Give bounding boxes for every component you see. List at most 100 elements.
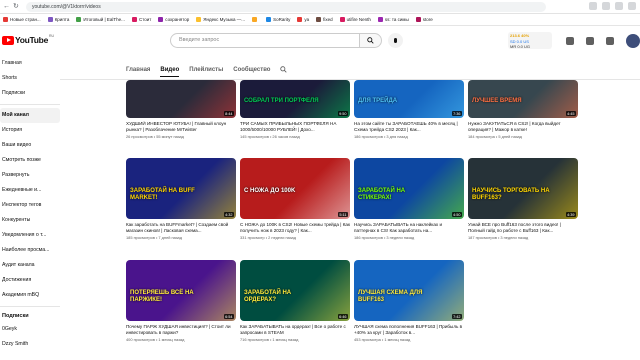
sidebar-item[interactable]: История <box>0 123 60 138</box>
video-card[interactable]: ЛУЧШЕЕ ВРЕМЯ 4:45 Нужно ЗАКУПАТЬСЯ в CS2! … <box>468 80 578 139</box>
subscription-item[interactable]: 0Geyk <box>0 322 60 337</box>
bookmark-item[interactable]: fixed <box>316 17 333 22</box>
tab-2[interactable]: Плейлисты <box>189 63 223 77</box>
create-video-icon[interactable] <box>566 37 574 45</box>
video-card[interactable]: НАУЧИСЬ ТОРГОВАТЬ НА BUFF163? 4:39 Узнай В… <box>468 158 578 240</box>
video-card[interactable]: ЗАРАБОТАЙ НА СТИКЕРАХ! 4:50 Научись ЗАРАБА… <box>354 158 464 240</box>
bookmark-item[interactable]: store <box>415 17 433 22</box>
youtube-header: YouTube RU Введите запрос 213.6 40% SD 0… <box>0 26 640 56</box>
tab-3[interactable]: Сообщество <box>233 63 270 77</box>
sidebar-item[interactable]: Академия mBQ <box>0 288 60 303</box>
thumbnail-text: ЛУЧШЕЕ ВРЕМЯ <box>472 98 522 104</box>
video-title[interactable]: ТРИ САМЫХ ПРИБЫЛЬНЫХ ПОРТФЕЛЯ НА 1000/50… <box>240 121 350 133</box>
channel-search-icon[interactable] <box>280 65 288 75</box>
video-thumbnail[interactable]: СОБРАЛ ТРИ ПОРТФЕЛЯ 9:50 <box>240 80 350 118</box>
search-button[interactable] <box>360 33 382 48</box>
logo-country: RU <box>49 34 55 38</box>
back-icon[interactable]: ← <box>3 3 10 11</box>
video-card[interactable]: ПОТЕРЯЕШЬ ВСЁ НА ПАРЖИКЕ! 6:54 Почему ПАРЖ… <box>126 260 236 342</box>
browser-toolbar-icons <box>589 2 636 10</box>
extension-icon[interactable] <box>589 2 597 10</box>
notifications-icon[interactable] <box>606 37 614 45</box>
sidebar-item[interactable]: Инспектор тегов <box>0 198 60 213</box>
bookmark-label: utifire Nenth <box>346 17 371 22</box>
video-title[interactable]: Как заработать на BUFFmarket? | Создаем … <box>126 222 236 234</box>
video-thumbnail[interactable]: С НОЖА ДО 100K 5:11 <box>240 158 350 219</box>
extension-icon[interactable] <box>615 2 623 10</box>
reload-icon[interactable]: ↻ <box>13 3 19 11</box>
video-title[interactable]: ХУДШИЙ ИНВЕСТОР ЮТУБА! | Главный клоун р… <box>126 121 236 133</box>
sidebar-item[interactable]: Подписки <box>0 86 60 101</box>
profile-icon[interactable] <box>628 2 636 10</box>
bookmark-item[interactable]: ya <box>297 17 309 22</box>
bookmark-item[interactable]: Яндекс Музыка —... <box>196 17 245 22</box>
thumbnail-text: ЛУЧШАЯ СХЕМА ДЛЯ BUFF163 <box>358 290 423 303</box>
sidebar-item[interactable]: Конкуренты <box>0 213 60 228</box>
video-thumbnail[interactable]: ДЛЯ ТРЕЙДА 7:36 <box>354 80 464 118</box>
browser-nav: ← ↻ <box>3 3 19 11</box>
video-title[interactable]: Почему ПАРЖ ХУДШАЯ инвестиция!? | Стоит … <box>126 324 236 336</box>
apps-icon[interactable] <box>586 37 594 45</box>
bookmark-item[interactable]: SoRarity <box>266 17 290 22</box>
video-meta: 187 просмотров • 3 недели назад <box>468 235 529 240</box>
extension-icon[interactable] <box>602 2 610 10</box>
bookmark-label: Яндекс Музыка —... <box>203 17 246 22</box>
video-thumbnail[interactable]: ЛУЧШЕЕ ВРЕМЯ 4:45 <box>468 80 578 118</box>
video-thumbnail[interactable]: 8:44 <box>126 80 236 118</box>
sidebar-item[interactable]: Достижения <box>0 273 60 288</box>
video-title[interactable]: Узнай ВСЕ про Buff163 после этого видео!… <box>468 222 578 234</box>
video-title[interactable]: ЛУЧШАЯ схема пополнения BUFF163 | Прибыл… <box>354 324 464 336</box>
video-title[interactable]: Нужно ЗАКУПАТЬСЯ в CS2! | Когда выйдет о… <box>468 121 578 133</box>
video-thumbnail[interactable]: ЗАРАБОТАЙ НА BUFF MARKET! 4:32 <box>126 158 236 219</box>
search-input[interactable]: Введите запрос <box>170 33 360 48</box>
tab-0[interactable]: Главная <box>126 63 150 77</box>
video-card[interactable]: ЛУЧШАЯ СХЕМА ДЛЯ BUFF163 7:42 ЛУЧШАЯ схема… <box>354 260 464 342</box>
bookmark-item[interactable]: ss: та симы <box>377 17 409 22</box>
video-thumbnail[interactable]: ЗАРАБОТАЙ НА ОРДЕРАХ? 6:46 <box>240 260 350 321</box>
bookmark-item[interactable]: Новые стран... <box>3 17 41 22</box>
sidebar-item[interactable]: Shorts <box>0 71 60 86</box>
bookmark-item[interactable]: Итоговый | EalThe... <box>76 17 125 22</box>
video-title[interactable]: Научись ЗАРАБАТЫВАТЬ на наклейках и патт… <box>354 222 464 234</box>
video-thumbnail[interactable]: НАУЧИСЬ ТОРГОВАТЬ НА BUFF163? 4:39 <box>468 158 578 219</box>
extension-widget[interactable]: 213.6 40% SD 0.0 US MR 0.0 UG <box>508 32 552 49</box>
bookmark-item[interactable] <box>252 17 259 22</box>
video-card[interactable]: С НОЖА ДО 100K 5:11 С НОЖА до 100K в CS2! … <box>240 158 350 240</box>
video-meta: 184 просмотра • 5 дней назад <box>468 134 522 139</box>
video-card[interactable]: ЗАРАБОТАЙ НА ОРДЕРАХ? 6:46 Как ЗАРАБАТЫВАТ… <box>240 260 350 342</box>
tab-1[interactable]: Видео <box>160 63 180 77</box>
url-field[interactable]: youtube.com/@V1ktorrr/videos <box>26 2 546 12</box>
video-title[interactable]: На этом сайте ты ЗАРАБОТАЕШЬ 40% в месяц… <box>354 121 464 133</box>
youtube-logo[interactable]: YouTube RU <box>2 34 55 45</box>
video-thumbnail[interactable]: ЗАРАБОТАЙ НА СТИКЕРАХ! 4:50 <box>354 158 464 219</box>
video-card[interactable]: ДЛЯ ТРЕЙДА 7:36 На этом сайте ты ЗАРАБОТАЕ… <box>354 80 464 139</box>
video-title[interactable]: С НОЖА до 100K в CS2! Новые схемы трейда… <box>240 222 350 234</box>
sidebar-item[interactable]: Аудит канала <box>0 258 60 273</box>
video-card[interactable]: ЗАРАБОТАЙ НА BUFF MARKET! 4:32 Как заработ… <box>126 158 236 240</box>
avatar[interactable] <box>626 34 640 48</box>
channel-tabs: Главная Видео Плейлисты Сообщество <box>126 63 288 77</box>
sidebar-item[interactable]: Уведомления о т... <box>0 228 60 243</box>
sidebar-item[interactable]: Наиболее просма... <box>0 243 60 258</box>
sidebar-item[interactable]: Развернуть <box>0 168 60 183</box>
sidebar: Главная Shorts Подписки Мой канал История Ваш… <box>0 56 60 360</box>
voice-search-button[interactable] <box>388 33 403 48</box>
video-duration: 9:50 <box>337 111 348 116</box>
subscription-item[interactable]: Dzzy Smith <box>0 337 60 352</box>
sidebar-item[interactable]: Мой канал <box>0 108 60 123</box>
sidebar-item[interactable]: Смотреть позже <box>0 153 60 168</box>
video-card[interactable]: СОБРАЛ ТРИ ПОРТФЕЛЯ 9:50 ТРИ САМЫХ ПРИБЫЛЬ… <box>240 80 350 139</box>
sidebar-item[interactable]: Ежедневные и... <box>0 183 60 198</box>
video-card[interactable]: 8:44 ХУДШИЙ ИНВЕСТОР ЮТУБА! | Главный кло… <box>126 80 236 139</box>
video-title[interactable]: Как ЗАРАБАТЫВАТЬ на ордерах! | Все о раб… <box>240 324 350 336</box>
sidebar-divider <box>0 306 60 307</box>
bookmark-item[interactable]: Криптa <box>47 17 69 22</box>
sidebar-item[interactable]: Ваши видео <box>0 138 60 153</box>
video-thumbnail[interactable]: ПОТЕРЯЕШЬ ВСЁ НА ПАРЖИКЕ! 6:54 <box>126 260 236 321</box>
bookmark-item[interactable]: Стоит <box>131 17 151 22</box>
bookmark-item[interactable]: utifire Nenth <box>339 17 371 22</box>
video-thumbnail[interactable]: ЛУЧШАЯ СХЕМА ДЛЯ BUFF163 7:42 <box>354 260 464 321</box>
bookmark-item[interactable]: сохранятор <box>158 17 189 22</box>
video-duration: 4:39 <box>565 212 576 217</box>
sidebar-item[interactable]: Главная <box>0 56 60 71</box>
